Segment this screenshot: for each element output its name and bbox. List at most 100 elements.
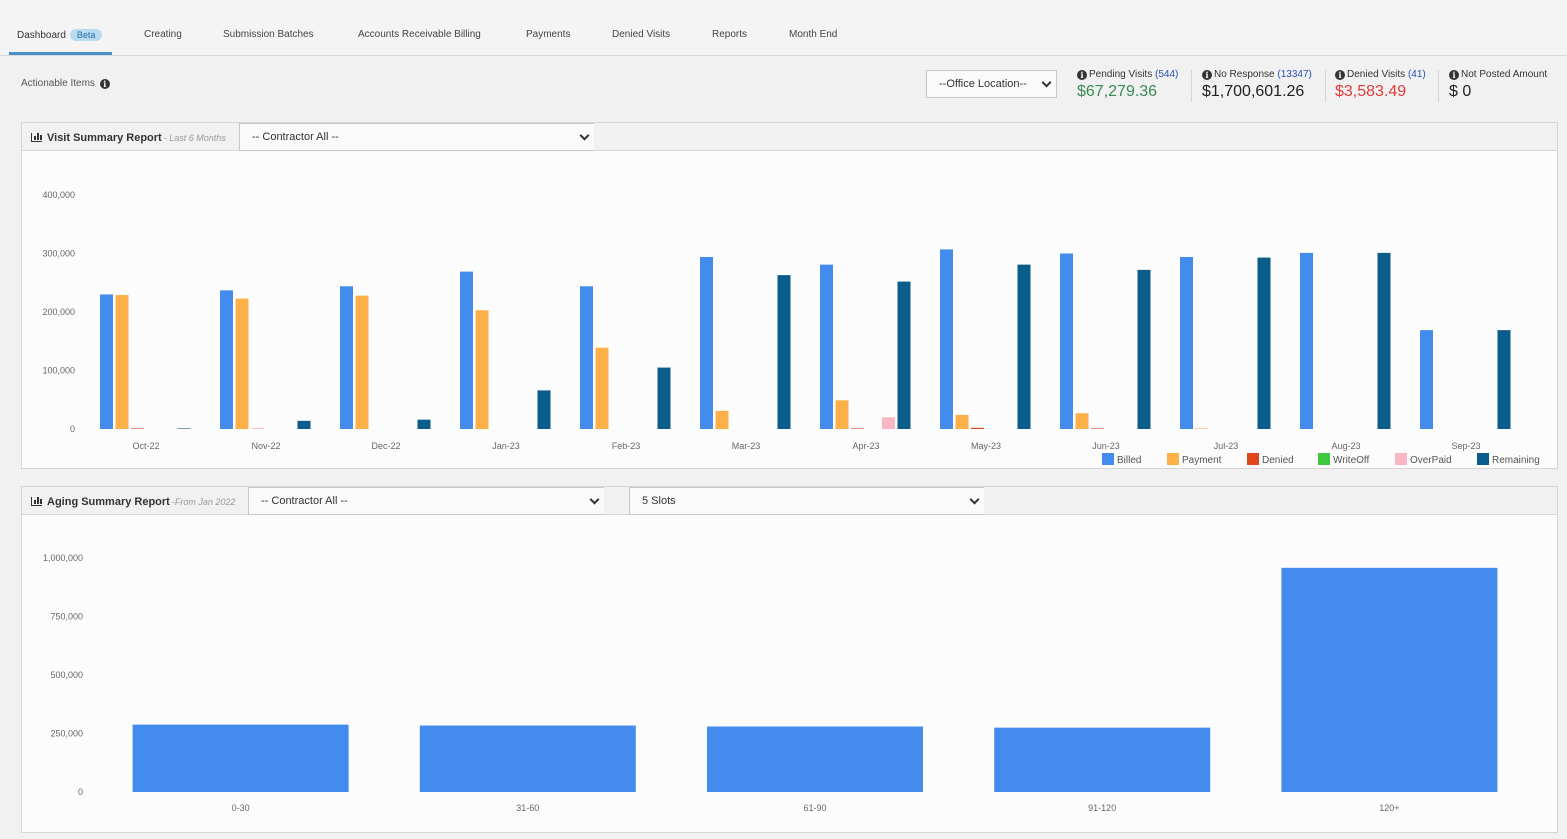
x-tick-label: Feb-23 (612, 441, 641, 451)
actionable-items-label: Actionable Items (21, 78, 95, 89)
x-tick-label: Apr-23 (852, 441, 879, 451)
x-tick-label: 91-120 (1088, 803, 1116, 813)
y-tick-label: 100,000 (42, 366, 75, 376)
y-tick-label: 1,000,000 (43, 553, 83, 563)
x-tick-label: Jan-23 (492, 441, 520, 451)
bar-remaining-feb-23 (657, 367, 671, 429)
visit-summary-panel: Visit Summary Report - Last 6 Months -- C… (21, 122, 1558, 469)
bar-chart-icon (31, 497, 42, 506)
stat-count[interactable]: (41) (1408, 69, 1426, 80)
info-icon: i (1449, 70, 1459, 80)
bar-denied-oct-22 (131, 428, 144, 429)
tab-reports[interactable]: Reports (712, 29, 747, 40)
office-location-value: --Office Location-- (939, 78, 1027, 90)
y-tick-label: 300,000 (42, 249, 75, 259)
bar-payment-jun-23 (1075, 413, 1089, 429)
info-icon: i (1202, 70, 1212, 80)
stat-no-response[interactable]: i No Response (13347) $1,700,601.26 (1202, 69, 1312, 101)
stat-divider (1325, 70, 1326, 102)
bar-billed-jan-23 (460, 271, 473, 429)
stat-label: Pending Visits (1089, 69, 1153, 80)
x-tick-label: 31-60 (516, 803, 539, 813)
legend-label-overpaid: OverPaid (1410, 455, 1452, 466)
aging-summary-header: Aging Summary Report -From Jan 2022 (22, 487, 249, 515)
bar-denied-may-23 (971, 427, 984, 429)
stat-value: $1,700,601.26 (1202, 83, 1305, 100)
stat-count[interactable]: (13347) (1277, 69, 1311, 80)
stat-count[interactable]: (544) (1155, 69, 1178, 80)
panel-header-fill (594, 123, 1557, 151)
x-tick-label: Dec-22 (371, 441, 400, 451)
legend-label-writeoff: WriteOff (1333, 455, 1370, 466)
tab-month-end[interactable]: Month End (789, 29, 837, 40)
stat-value: $67,279.36 (1077, 83, 1158, 100)
tab-denied-visits[interactable]: Denied Visits (612, 29, 670, 40)
legend-swatch-remaining (1477, 453, 1489, 465)
office-location-select[interactable]: --Office Location-- (926, 70, 1057, 98)
contractor-select-value: -- Contractor All -- (252, 131, 339, 143)
y-tick-label: 0 (78, 787, 83, 797)
bar-payment-mar-23 (715, 410, 729, 429)
stat-label: No Response (1214, 69, 1275, 80)
bar-remaining-nov-22 (297, 420, 311, 429)
stat-value: $ 0 (1449, 83, 1472, 100)
tab-submission-batches[interactable]: Submission Batches (223, 29, 314, 40)
slots-select[interactable]: 5 Slots (629, 487, 985, 515)
bar-billed-oct-22 (100, 294, 113, 429)
bar-payment-apr-23 (835, 400, 849, 429)
panel-header-fill (604, 487, 630, 515)
aging-summary-title: Aging Summary Report (47, 496, 170, 508)
chevron-down-icon (1041, 77, 1052, 88)
stat-label: Not Posted Amount (1461, 69, 1548, 80)
bar-remaining-jun-23 (1137, 269, 1151, 429)
legend-swatch-denied (1247, 453, 1259, 465)
info-icon[interactable]: i (99, 79, 110, 89)
actionable-items: Actionable Items i (21, 78, 110, 89)
bar-payment-jul-23 (1195, 428, 1209, 429)
legend-swatch-writeoff (1318, 453, 1330, 465)
aging-summary-subtitle: -From Jan 2022 (171, 497, 236, 507)
y-tick-label: 0 (70, 424, 75, 434)
legend-swatch-payment (1167, 453, 1179, 465)
x-tick-label: Mar-23 (732, 441, 761, 451)
bar-remaining-jul-23 (1257, 257, 1271, 429)
legend-swatch-overpaid (1395, 453, 1407, 465)
x-tick-label: Jun-23 (1092, 441, 1120, 451)
bar-overpaid-apr-23 (882, 417, 895, 429)
bar-billed-dec-22 (340, 286, 353, 429)
bar-aging-0-30 (132, 724, 349, 792)
bar-billed-jun-23 (1060, 253, 1073, 429)
bar-remaining-aug-23 (1377, 252, 1391, 429)
bar-payment-feb-23 (595, 347, 609, 429)
bar-remaining-jan-23 (537, 390, 551, 429)
tab-dashboard[interactable]: Dashboard Beta (17, 29, 103, 41)
legend-label-remaining: Remaining (1492, 455, 1540, 466)
stat-pending-visits[interactable]: i Pending Visits (544) $67,279.36 (1077, 69, 1178, 101)
bar-billed-mar-23 (700, 257, 713, 429)
contractor-select-value: -- Contractor All -- (261, 495, 348, 507)
tab-payments[interactable]: Payments (526, 29, 570, 40)
stat-not-posted-amount[interactable]: i Not Posted Amount $ 0 (1449, 69, 1547, 101)
visit-contractor-select[interactable]: -- Contractor All -- (239, 123, 595, 151)
bar-billed-nov-22 (220, 290, 233, 429)
bar-chart-icon (31, 133, 42, 142)
tab-creating[interactable]: Creating (144, 29, 182, 40)
bar-remaining-sep-23 (1497, 330, 1511, 429)
visit-summary-chart: 0 100,000 200,000 300,000 400,000 Oct-22 Nov-2… (42, 190, 1540, 466)
visit-summary-header: Visit Summary Report - Last 6 Months (22, 123, 240, 151)
x-tick-label: Nov-22 (251, 441, 280, 451)
bar-billed-jul-23 (1180, 257, 1193, 429)
bar-billed-sep-23 (1420, 330, 1433, 429)
stat-value: $3,583.49 (1335, 83, 1407, 100)
bar-aging-120 (1281, 567, 1498, 792)
bar-remaining-may-23 (1017, 264, 1031, 429)
tab-accounts-receivable-billing[interactable]: Accounts Receivable Billing (358, 29, 481, 40)
stat-denied-visits[interactable]: i Denied Visits (41) $3,583.49 (1335, 69, 1426, 101)
panel-title: Aging Summary Report -From Jan 2022 (31, 496, 235, 508)
y-tick-label: 500,000 (50, 670, 83, 680)
stat-divider (1191, 70, 1192, 102)
aging-contractor-select[interactable]: -- Contractor All -- (248, 487, 605, 515)
y-tick-label: 400,000 (42, 190, 75, 200)
slots-select-value: 5 Slots (642, 495, 676, 507)
aging-summary-panel: Aging Summary Report -From Jan 2022 -- Co… (21, 486, 1558, 833)
